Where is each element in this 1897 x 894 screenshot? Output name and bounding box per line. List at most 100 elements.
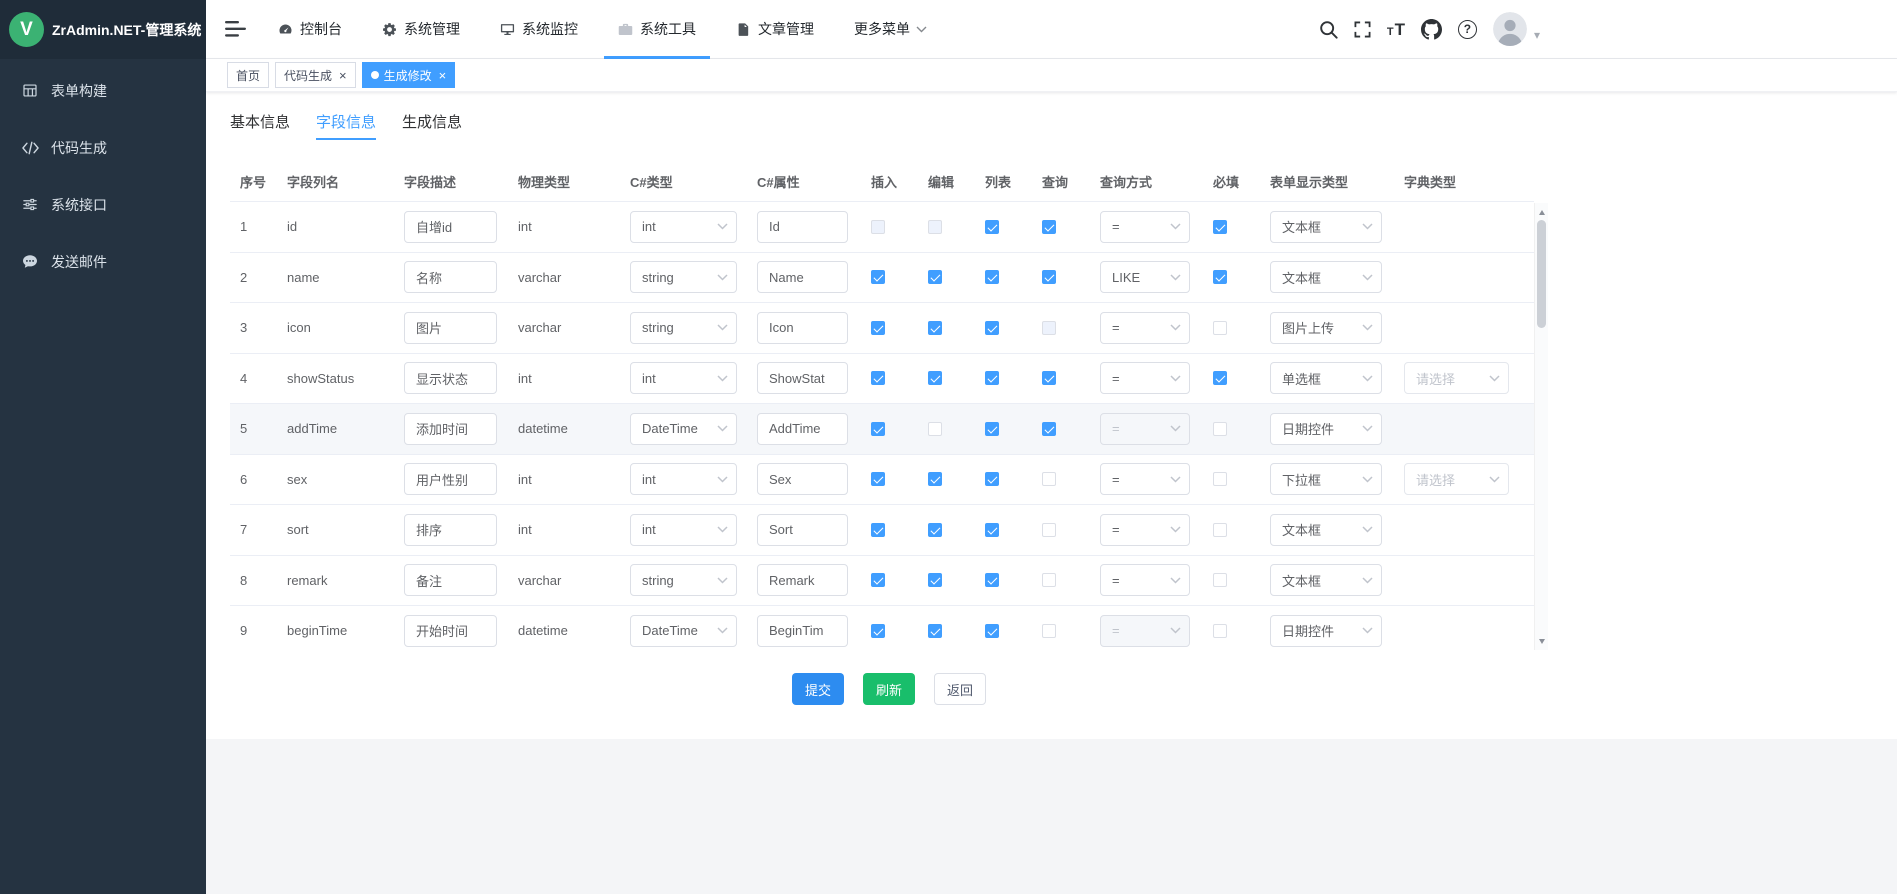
edit-checkbox[interactable] — [928, 422, 942, 436]
csharp-prop-input[interactable] — [757, 362, 848, 394]
csharp-type-select[interactable]: string — [630, 312, 737, 344]
fullscreen-icon[interactable] — [1354, 21, 1371, 38]
query-type-select[interactable]: = — [1100, 463, 1190, 495]
insert-checkbox[interactable] — [871, 624, 885, 638]
help-icon[interactable]: ? — [1458, 20, 1477, 39]
field-desc-input[interactable] — [404, 514, 497, 546]
query-type-select[interactable]: LIKE — [1100, 261, 1190, 293]
user-avatar[interactable] — [1493, 12, 1527, 46]
csharp-prop-input[interactable] — [757, 261, 848, 293]
query-type-select[interactable]: = — [1100, 514, 1190, 546]
edit-checkbox[interactable] — [928, 270, 942, 284]
field-desc-input[interactable] — [404, 564, 497, 596]
topnav-item-console[interactable]: 控制台 — [258, 0, 362, 59]
csharp-type-select[interactable]: int — [630, 211, 737, 243]
csharp-prop-input[interactable] — [757, 514, 848, 546]
edit-checkbox[interactable] — [928, 624, 942, 638]
field-desc-input[interactable] — [404, 463, 497, 495]
query-checkbox[interactable] — [1042, 220, 1056, 234]
github-icon[interactable] — [1421, 19, 1442, 40]
csharp-prop-input[interactable] — [757, 211, 848, 243]
required-checkbox[interactable] — [1213, 624, 1227, 638]
list-checkbox[interactable] — [985, 573, 999, 587]
query-checkbox[interactable] — [1042, 573, 1056, 587]
display-type-select[interactable]: 日期控件 — [1270, 615, 1382, 647]
search-icon[interactable] — [1319, 20, 1338, 39]
edit-checkbox[interactable] — [928, 472, 942, 486]
dict-type-select[interactable]: 请选择 — [1404, 463, 1509, 495]
query-type-select[interactable]: = — [1100, 564, 1190, 596]
sidebar-item-form-build[interactable]: 表单构建 — [0, 62, 206, 119]
list-checkbox[interactable] — [985, 422, 999, 436]
list-checkbox[interactable] — [985, 624, 999, 638]
required-checkbox[interactable] — [1213, 270, 1227, 284]
query-type-select[interactable]: = — [1100, 312, 1190, 344]
sidebar-item-system-api[interactable]: 系统接口 — [0, 176, 206, 233]
close-icon[interactable]: × — [339, 69, 347, 82]
required-checkbox[interactable] — [1213, 220, 1227, 234]
display-type-select[interactable]: 下拉框 — [1270, 463, 1382, 495]
field-desc-input[interactable] — [404, 362, 497, 394]
required-checkbox[interactable] — [1213, 422, 1227, 436]
font-size-icon[interactable]: TT — [1387, 21, 1405, 38]
sidebar-item-send-mail[interactable]: 发送邮件 — [0, 233, 206, 290]
csharp-prop-input[interactable] — [757, 615, 848, 647]
field-desc-input[interactable] — [404, 261, 497, 293]
field-desc-input[interactable] — [404, 211, 497, 243]
scroll-down-arrow[interactable] — [1535, 635, 1548, 647]
csharp-type-select[interactable]: int — [630, 463, 737, 495]
sidebar-item-code-gen[interactable]: 代码生成 — [0, 119, 206, 176]
display-type-select[interactable]: 文本框 — [1270, 514, 1382, 546]
csharp-type-select[interactable]: int — [630, 362, 737, 394]
csharp-prop-input[interactable] — [757, 312, 848, 344]
edit-checkbox[interactable] — [928, 523, 942, 537]
topnav-item-system-monitor[interactable]: 系统监控 — [480, 0, 598, 59]
close-icon[interactable]: × — [439, 69, 447, 82]
list-checkbox[interactable] — [985, 371, 999, 385]
field-desc-input[interactable] — [404, 615, 497, 647]
csharp-prop-input[interactable] — [757, 463, 848, 495]
query-checkbox[interactable] — [1042, 523, 1056, 537]
list-checkbox[interactable] — [985, 523, 999, 537]
tab-gen-info[interactable]: 生成信息 — [402, 112, 462, 140]
required-checkbox[interactable] — [1213, 371, 1227, 385]
refresh-button[interactable]: 刷新 — [863, 673, 915, 705]
required-checkbox[interactable] — [1213, 523, 1227, 537]
tab-basic-info[interactable]: 基本信息 — [230, 112, 290, 140]
csharp-type-select[interactable]: DateTime — [630, 413, 737, 445]
display-type-select[interactable]: 文本框 — [1270, 211, 1382, 243]
required-checkbox[interactable] — [1213, 573, 1227, 587]
tag-gen-edit[interactable]: 生成修改 × — [362, 62, 456, 88]
csharp-type-select[interactable]: string — [630, 564, 737, 596]
menu-fold-icon[interactable] — [225, 20, 246, 38]
required-checkbox[interactable] — [1213, 321, 1227, 335]
query-checkbox[interactable] — [1042, 270, 1056, 284]
tag-home[interactable]: 首页 — [227, 62, 269, 88]
insert-checkbox[interactable] — [871, 472, 885, 486]
csharp-type-select[interactable]: int — [630, 514, 737, 546]
insert-checkbox[interactable] — [871, 422, 885, 436]
topnav-item-system-tools[interactable]: 系统工具 — [598, 0, 716, 59]
tab-field-info[interactable]: 字段信息 — [316, 112, 376, 140]
field-desc-input[interactable] — [404, 413, 497, 445]
csharp-type-select[interactable]: string — [630, 261, 737, 293]
edit-checkbox[interactable] — [928, 573, 942, 587]
display-type-select[interactable]: 单选框 — [1270, 362, 1382, 394]
query-type-select[interactable]: = — [1100, 211, 1190, 243]
insert-checkbox[interactable] — [871, 270, 885, 284]
display-type-select[interactable]: 图片上传 — [1270, 312, 1382, 344]
submit-button[interactable]: 提交 — [792, 673, 844, 705]
topnav-item-system-manage[interactable]: 系统管理 — [362, 0, 480, 59]
back-button[interactable]: 返回 — [934, 673, 986, 705]
csharp-prop-input[interactable] — [757, 564, 848, 596]
list-checkbox[interactable] — [985, 472, 999, 486]
insert-checkbox[interactable] — [871, 573, 885, 587]
edit-checkbox[interactable] — [928, 321, 942, 335]
query-checkbox[interactable] — [1042, 422, 1056, 436]
display-type-select[interactable]: 文本框 — [1270, 564, 1382, 596]
list-checkbox[interactable] — [985, 270, 999, 284]
csharp-type-select[interactable]: DateTime — [630, 615, 737, 647]
insert-checkbox[interactable] — [871, 321, 885, 335]
scroll-thumb[interactable] — [1537, 220, 1546, 328]
field-desc-input[interactable] — [404, 312, 497, 344]
